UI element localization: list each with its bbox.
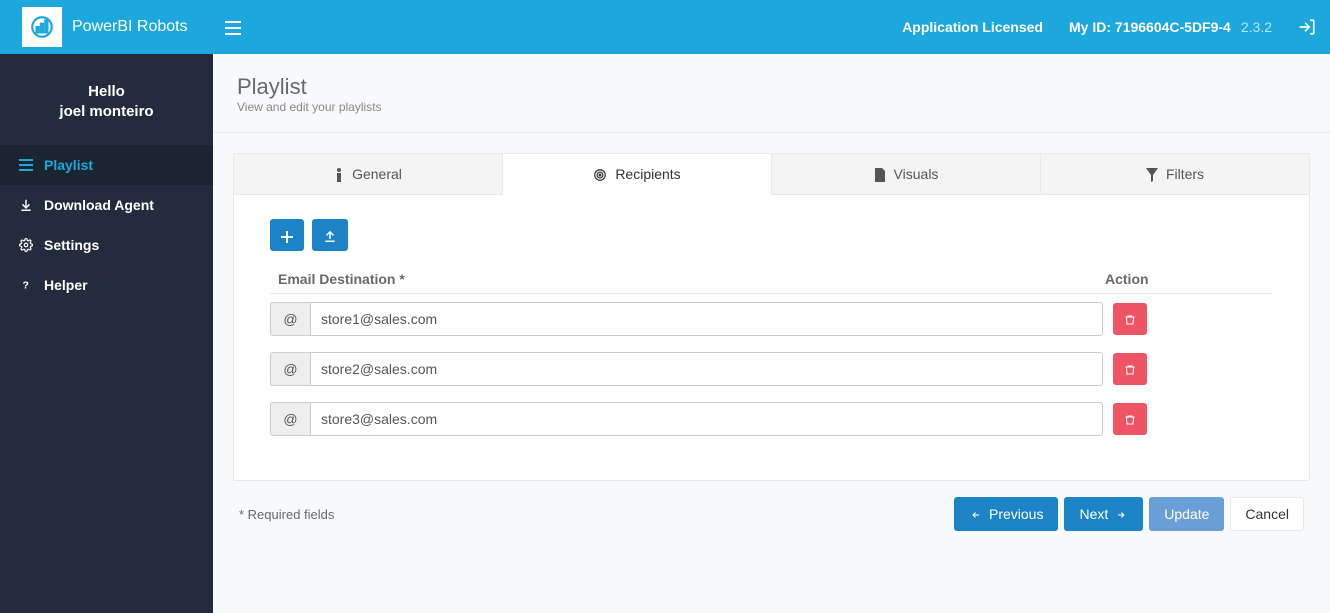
arrow-right-icon (1114, 507, 1128, 522)
tab-recipients[interactable]: Recipients (503, 154, 772, 195)
required-fields-note: * Required fields (239, 507, 334, 522)
arrow-left-icon (969, 507, 983, 522)
tab-visuals[interactable]: Visuals (772, 154, 1041, 194)
tab-general[interactable]: General (234, 154, 503, 194)
info-icon (334, 166, 344, 182)
delete-recipient-button[interactable] (1113, 303, 1147, 335)
sidebar-item-label: Settings (44, 237, 99, 253)
playlist-panel: General Recipients Visuals (233, 153, 1310, 481)
upload-icon (323, 227, 337, 243)
at-sign-icon: @ (270, 302, 310, 336)
plus-icon (281, 227, 293, 243)
recipient-row: @ (270, 344, 1273, 394)
sidebar-item-helper[interactable]: ? Helper (0, 265, 213, 305)
button-label: Update (1164, 506, 1209, 522)
button-label: Previous (989, 506, 1043, 522)
topbar: PowerBI Robots Application Licensed My I… (0, 0, 1330, 54)
trash-icon (1124, 411, 1136, 427)
user-name: joel monteiro (59, 103, 153, 120)
at-sign-icon: @ (270, 352, 310, 386)
brand-logo-icon (22, 7, 62, 47)
gear-icon (18, 238, 34, 252)
target-icon (593, 166, 607, 182)
download-icon (18, 198, 34, 212)
sidebar: Hello joel monteiro Playlist Download Ag… (0, 54, 213, 613)
add-recipient-button[interactable] (270, 219, 304, 251)
tab-body-recipients: Email Destination * Action @ @ (234, 195, 1309, 480)
brand-name: PowerBI Robots (72, 18, 188, 36)
sidebar-item-playlist[interactable]: Playlist (0, 145, 213, 185)
file-icon (874, 166, 886, 182)
version-label: 2.3.2 (1241, 19, 1272, 35)
page-title: Playlist (237, 74, 1306, 100)
cancel-button[interactable]: Cancel (1230, 497, 1304, 531)
page-header: Playlist View and edit your playlists (213, 54, 1330, 133)
main-content: Playlist View and edit your playlists Ge… (213, 54, 1330, 613)
update-button[interactable]: Update (1149, 497, 1224, 531)
tab-label: Filters (1166, 166, 1204, 182)
tab-filters[interactable]: Filters (1041, 154, 1309, 194)
trash-icon (1124, 311, 1136, 327)
column-action: Action (1105, 271, 1265, 287)
at-sign-icon: @ (270, 402, 310, 436)
tab-label: General (352, 166, 402, 182)
email-input[interactable] (310, 352, 1103, 386)
question-icon: ? (18, 278, 34, 292)
sidebar-item-label: Playlist (44, 157, 93, 173)
recipient-row: @ (270, 394, 1273, 444)
button-label: Next (1079, 506, 1108, 522)
funnel-icon (1146, 166, 1158, 182)
tab-label: Recipients (615, 166, 680, 182)
email-input[interactable] (310, 302, 1103, 336)
next-button[interactable]: Next (1064, 497, 1143, 531)
tab-label: Visuals (894, 166, 939, 182)
delete-recipient-button[interactable] (1113, 403, 1147, 435)
sidebar-item-settings[interactable]: Settings (0, 225, 213, 265)
email-input[interactable] (310, 402, 1103, 436)
hamburger-icon[interactable] (213, 19, 253, 35)
column-email-destination: Email Destination * (278, 271, 405, 287)
my-id-label: My ID: 7196604C-5DF9-4 (1069, 19, 1231, 35)
user-greeting: Hello joel monteiro (0, 54, 213, 145)
sidebar-item-download-agent[interactable]: Download Agent (0, 185, 213, 225)
sidebar-item-label: Helper (44, 277, 88, 293)
delete-recipient-button[interactable] (1113, 353, 1147, 385)
trash-icon (1124, 361, 1136, 377)
list-icon (18, 159, 34, 171)
sidebar-item-label: Download Agent (44, 197, 154, 213)
page-subtitle: View and edit your playlists (237, 100, 1306, 114)
svg-text:?: ? (23, 279, 29, 291)
button-label: Cancel (1245, 506, 1289, 522)
brand[interactable]: PowerBI Robots (0, 0, 213, 54)
tabs: General Recipients Visuals (234, 154, 1309, 195)
greeting-text: Hello (10, 82, 203, 102)
upload-recipients-button[interactable] (312, 219, 348, 251)
previous-button[interactable]: Previous (954, 497, 1058, 531)
logout-icon[interactable] (1298, 18, 1316, 36)
license-status: Application Licensed (902, 19, 1043, 35)
recipient-row: @ (270, 294, 1273, 344)
